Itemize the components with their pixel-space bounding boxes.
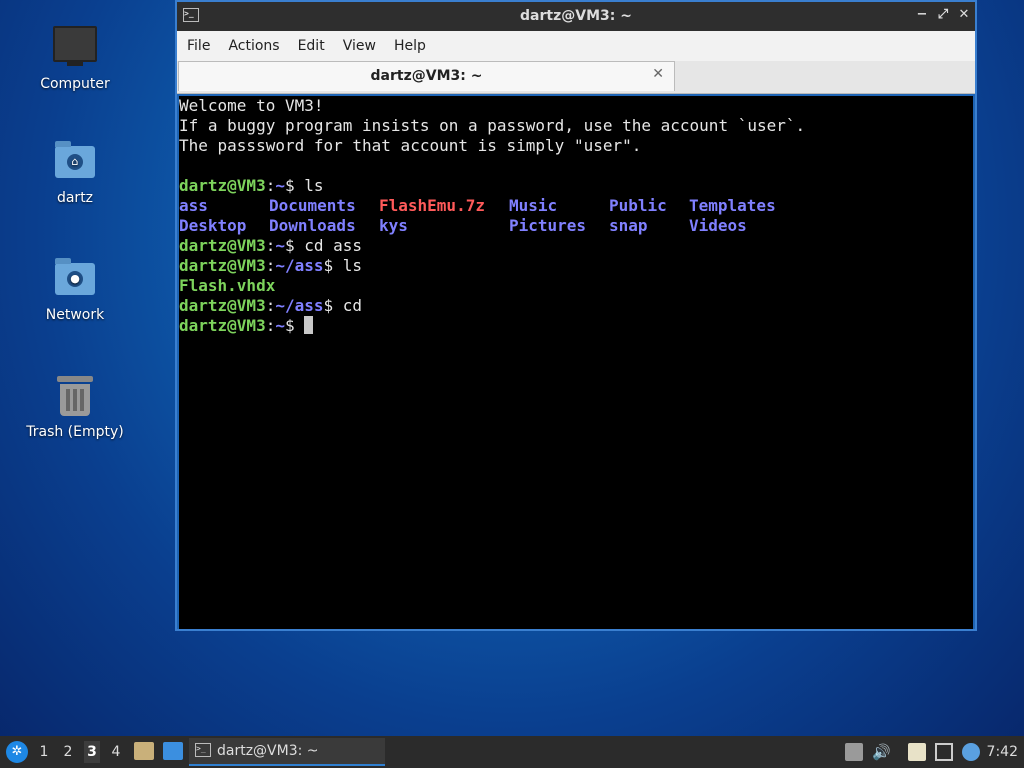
terminal-line: Flash.vhdx	[179, 276, 973, 296]
desktop-icon-trash[interactable]: Trash (Empty)	[20, 374, 130, 440]
trash-icon	[53, 374, 97, 418]
menu-file[interactable]: File	[177, 31, 218, 54]
volume-icon[interactable]: 🔊	[872, 743, 891, 761]
desktop-icon-computer[interactable]: Computer	[20, 22, 130, 92]
ls-entry: Music	[509, 196, 558, 215]
terminal-line: dartz@VM3:~$ cd ass	[179, 236, 363, 255]
command-text: cd ass	[294, 236, 363, 255]
terminal-icon: >_	[195, 743, 211, 757]
workspace-3[interactable]: 3	[84, 741, 100, 763]
show-desktop-icon[interactable]	[163, 742, 183, 760]
ls-entry: kys	[379, 216, 408, 235]
terminal-line: dartz@VM3:~$ ls	[179, 176, 324, 195]
ls-entry: Desktop	[179, 216, 247, 235]
home-folder-icon: ⌂	[53, 140, 97, 184]
computer-icon	[53, 26, 97, 70]
terminal-line: ass Documents FlashEmu.7z Music Public Templa…	[179, 196, 973, 216]
ls-entry: Downloads	[269, 216, 356, 235]
terminal-line: Desktop Downloads kys Pictures snap Videos	[179, 216, 973, 236]
prompt-path: ~	[275, 176, 285, 195]
tab-bar: dartz@VM3: ~ ✕	[177, 61, 975, 94]
terminal-cursor	[304, 316, 314, 334]
ls-entry: snap	[609, 216, 648, 235]
ls-entry: Documents	[269, 196, 356, 215]
terminal-line: The passsword for that account is simply…	[179, 136, 642, 155]
workspace-2[interactable]: 2	[60, 744, 76, 760]
desktop-icon-label: dartz	[56, 190, 94, 206]
clock[interactable]: 7:42	[987, 744, 1018, 760]
menu-actions[interactable]: Actions	[218, 31, 287, 54]
command-text: ls	[333, 256, 363, 275]
prompt-user: dartz@VM3	[179, 176, 266, 195]
desktop-icon-label: Computer	[40, 76, 110, 92]
taskbar: ✲ 1 2 3 4 >_ dartz@VM3: ~ 🔊 7:42	[0, 736, 1024, 768]
update-icon[interactable]	[845, 743, 863, 761]
ls-entry: ass	[179, 196, 208, 215]
menu-view[interactable]: View	[333, 31, 384, 54]
network-folder-icon: ●	[53, 257, 97, 301]
clipboard-icon[interactable]	[908, 743, 926, 761]
window-titlebar[interactable]: >_ dartz@VM3: ~ − ⤢ ✕	[177, 2, 975, 31]
notification-icon[interactable]	[962, 743, 980, 761]
tab-terminal[interactable]: dartz@VM3: ~ ✕	[178, 61, 675, 91]
command-text: ls	[294, 176, 324, 195]
terminal-line: dartz@VM3:~/ass$ cd	[179, 296, 363, 315]
ls-entry: Templates	[689, 196, 776, 215]
desktop-icon-label: Network	[45, 307, 105, 323]
terminal-line: dartz@VM3:~/ass$ ls	[179, 256, 363, 275]
workspace-4[interactable]: 4	[108, 744, 124, 760]
file-manager-icon[interactable]	[134, 742, 154, 760]
terminal-window: >_ dartz@VM3: ~ − ⤢ ✕ File Actions Edit Vie…	[175, 0, 977, 631]
menu-help[interactable]: Help	[384, 31, 434, 54]
terminal-line: Welcome to VM3!	[179, 96, 324, 115]
desktop-icon-network[interactable]: ● Network	[20, 257, 130, 323]
workspace-1[interactable]: 1	[36, 744, 52, 760]
command-text: cd	[333, 296, 363, 315]
menu-bar: File Actions Edit View Help	[177, 31, 975, 61]
terminal-line: If a buggy program insists on a password…	[179, 116, 806, 135]
window-title: dartz@VM3: ~	[520, 8, 632, 24]
maximize-button[interactable]: ⤢	[934, 7, 952, 22]
ls-entry: FlashEmu.7z	[379, 196, 485, 215]
minimize-button[interactable]: −	[913, 7, 931, 22]
task-label: dartz@VM3: ~	[217, 743, 319, 759]
ls-entry: Flash.vhdx	[179, 276, 276, 295]
tab-label: dartz@VM3: ~	[370, 68, 483, 84]
terminal-output[interactable]: Welcome to VM3! If a buggy program insis…	[179, 96, 973, 629]
ls-entry: Videos	[689, 216, 747, 235]
start-menu-icon[interactable]: ✲	[6, 741, 28, 763]
ls-entry: Public	[609, 196, 667, 215]
desktop-icon-label: Trash (Empty)	[26, 424, 124, 440]
taskbar-task-terminal[interactable]: >_ dartz@VM3: ~	[189, 738, 385, 766]
desktop-icon-home[interactable]: ⌂ dartz	[20, 140, 130, 206]
menu-edit[interactable]: Edit	[288, 31, 333, 54]
terminal-line: dartz@VM3:~$	[179, 316, 973, 336]
tab-close-icon[interactable]: ✕	[652, 66, 664, 82]
close-button[interactable]: ✕	[955, 7, 973, 22]
ls-entry: Pictures	[509, 216, 587, 235]
network-icon[interactable]	[935, 743, 953, 761]
